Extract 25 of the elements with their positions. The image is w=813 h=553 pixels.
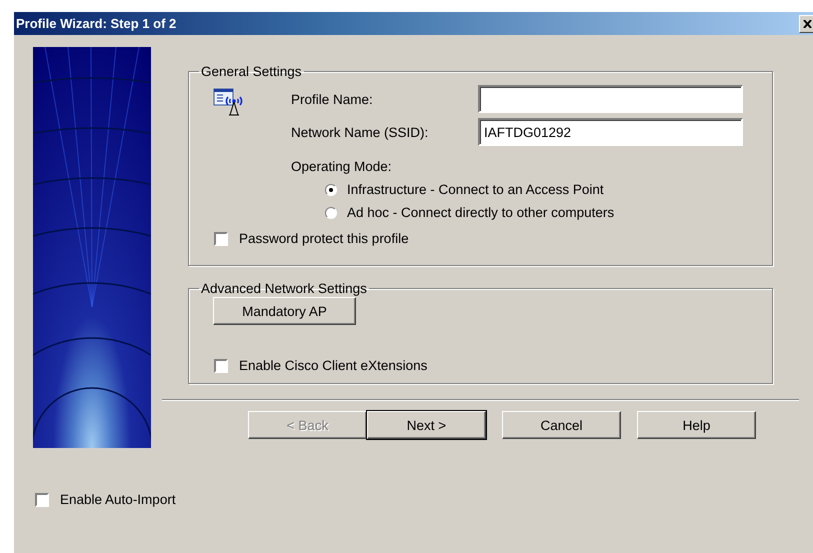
mandatory-ap-button[interactable]: Mandatory AP [213,297,356,325]
radio-button[interactable] [325,184,337,196]
close-icon [803,20,812,28]
radio-button[interactable] [325,206,337,218]
wireless-network-icon [213,87,243,117]
wizard-button[interactable]: Cancel [502,411,621,439]
field-label: Network Name (SSID): [291,124,430,140]
group-title: Advanced Network Settings [200,281,368,296]
checkbox[interactable] [214,232,228,246]
group-title: General Settings [200,64,303,79]
network-name-field[interactable]: IAFTDG01292 [478,118,743,146]
cisco-extensions-checkbox[interactable]: Enable Cisco Client eXtensions [214,358,428,373]
wizard-button[interactable]: Next > [367,411,486,439]
mode-radio-option[interactable]: Infrastructure - Connect to an Access Point [325,182,604,197]
close-button[interactable] [799,14,813,32]
profile-name-field[interactable] [478,85,743,113]
checkbox[interactable] [35,492,49,506]
field-label: Profile Name: [291,92,374,106]
field-label: Operating Mode: [291,159,393,174]
auto-import-checkbox[interactable]: Enable Auto-Import [35,492,176,507]
checkbox[interactable] [214,358,228,372]
mode-radio-option[interactable]: Ad hoc - Connect directly to other computers [325,205,614,220]
password-protect-checkbox[interactable]: Password protect this profile [214,231,743,246]
window-title: Profile Wizard: Step 1 of 2 [15,16,176,31]
wizard-button[interactable]: Help [637,411,756,439]
